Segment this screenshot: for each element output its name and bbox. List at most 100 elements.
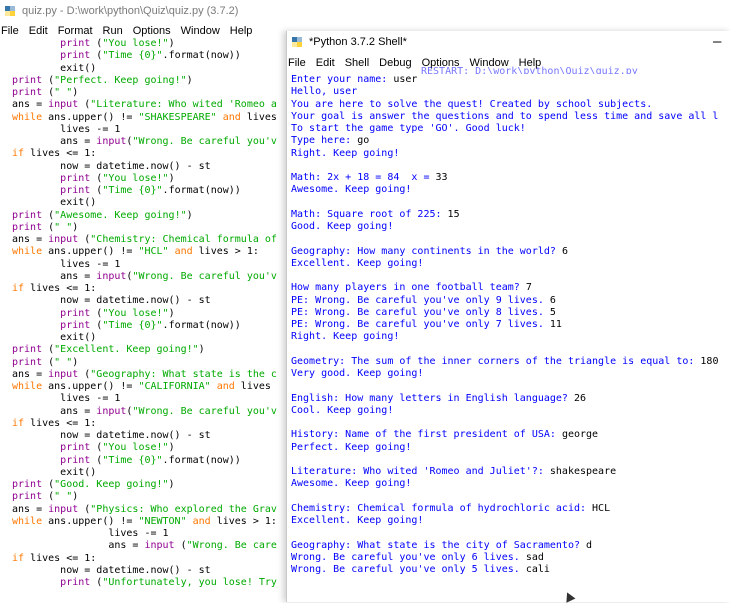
- code-token: print: [60, 38, 91, 49]
- code-token: ): [198, 344, 205, 356]
- menu-item-options[interactable]: Options: [132, 25, 172, 37]
- code-token: ): [186, 74, 193, 86]
- code-token: .format(now)): [162, 50, 241, 62]
- code-token: lives <= 1:: [24, 283, 97, 294]
- code-line: ans = input ("Physics: Who explored the …: [12, 504, 277, 516]
- shell-line: Right. Keep going!: [291, 331, 718, 343]
- program-output-text: Perfect. Keep going!: [291, 441, 412, 453]
- user-input-text: sad: [525, 551, 544, 563]
- program-output-text: PE: Wrong. Be careful you've only 9 live…: [291, 294, 550, 306]
- code-token: ans =: [60, 405, 97, 417]
- code-line: lives -= 1: [12, 259, 277, 271]
- shell-line: Perfect. Keep going!: [291, 442, 718, 454]
- code-token: lives: [240, 111, 277, 123]
- shell-title-bar[interactable]: *Python 3.7.2 Shell*: [287, 31, 730, 53]
- code-token: if: [12, 283, 25, 294]
- program-output-text: PE: Wrong. Be careful you've only 8 live…: [291, 306, 550, 318]
- code-token: " ": [54, 491, 73, 503]
- program-output-text: Geography: What state is the city of Sac…: [291, 539, 587, 551]
- code-line: if lives <= 1:: [12, 418, 277, 430]
- code-line: ans = input ("Wrong. Be care: [12, 540, 277, 552]
- code-line: print ("Good. Keep going!"): [12, 479, 277, 491]
- code-line: print ("You lose!"): [12, 173, 277, 185]
- code-token: (: [42, 209, 55, 221]
- code-token: (: [90, 319, 103, 331]
- code-line: ans = input ("Geography: What state is t…: [12, 369, 277, 381]
- editor-title-bar[interactable]: quiz.py - D:\work\python\Quiz\quiz.py (3…: [0, 0, 300, 22]
- menu-item-edit[interactable]: Edit: [315, 57, 336, 69]
- menu-item-file[interactable]: File: [287, 57, 307, 69]
- menu-item-debug[interactable]: Debug: [378, 57, 412, 69]
- program-output-text: English: How many letters in English lan…: [291, 392, 574, 404]
- menu-item-shell[interactable]: Shell: [344, 57, 370, 69]
- code-token: while: [12, 246, 43, 258]
- code-line: print ("You lose!"): [12, 308, 277, 320]
- menu-item-run[interactable]: Run: [102, 25, 124, 37]
- code-token: (: [90, 172, 103, 184]
- code-line: ans = input ("Literature: Who wited 'Rom…: [12, 99, 277, 111]
- menu-item-file[interactable]: File: [0, 25, 20, 37]
- code-token: ans =: [12, 234, 49, 245]
- shell-line: Wrong. Be careful you've only 6 lives. s…: [291, 552, 718, 564]
- code-token: (: [78, 99, 91, 111]
- code-line: print ("Time {0}".format(now)): [12, 185, 277, 197]
- menu-item-window[interactable]: Window: [180, 25, 221, 37]
- code-token: ans =: [12, 368, 49, 380]
- code-token: print: [12, 356, 43, 368]
- shell-line: Math: Square root of 225: 15: [291, 209, 718, 221]
- program-output-text: Good. Keep going!: [291, 221, 394, 232]
- python-file-icon: [5, 6, 15, 16]
- code-token: "Chemistry: Chemical formula of: [90, 234, 277, 245]
- shell-line: You are here to solve the quest! Created…: [291, 99, 718, 111]
- code-token: input: [96, 405, 127, 417]
- user-input-text: user: [393, 74, 418, 85]
- code-token: (: [42, 479, 55, 490]
- code-line: now = datetime.now() - st: [12, 161, 277, 173]
- code-token: print: [60, 454, 91, 466]
- code-token: ): [72, 87, 79, 98]
- code-token: print: [60, 50, 91, 62]
- shell-line: Excellent. Keep going!: [291, 258, 718, 270]
- user-input-text: 6: [549, 294, 556, 306]
- program-output-text: Right. Keep going!: [291, 147, 400, 159]
- code-line: ans = input ("Chemistry: Chemical formul…: [12, 234, 277, 246]
- program-output-text: How many players in one football team?: [291, 282, 526, 294]
- code-line: print ("Awesome. Keep going!"): [12, 210, 277, 222]
- user-input-text: cali: [525, 564, 550, 575]
- editor-code-area[interactable]: print ("You lose!") print ("Time {0}".fo…: [12, 38, 277, 589]
- code-token: lives -= 1: [108, 528, 169, 539]
- minimize-button[interactable]: —: [713, 34, 721, 50]
- code-token: lives > 1:: [192, 246, 259, 258]
- code-token: now = datetime.now() - st: [60, 430, 211, 441]
- editor-window: quiz.py - D:\work\python\Quiz\quiz.py (3…: [0, 0, 300, 602]
- shell-line: Excellent. Keep going!: [291, 515, 718, 527]
- shell-line: Geography: How many continents in the wo…: [291, 246, 718, 258]
- program-output-text: History: Name of the first president of …: [291, 429, 562, 441]
- user-input-text: 26: [573, 392, 587, 404]
- shell-line: Hello, user: [291, 86, 718, 98]
- menu-item-help[interactable]: Help: [229, 25, 254, 37]
- code-token: (: [42, 221, 55, 233]
- program-output-text: Chemistry: Chemical formula of hydrochlo…: [291, 502, 593, 514]
- code-token: (: [90, 442, 103, 454]
- code-token: "Time {0}": [102, 454, 163, 466]
- code-token: print: [60, 442, 91, 454]
- code-token: lives <= 1:: [24, 552, 97, 564]
- code-token: "Awesome. Keep going!": [54, 209, 187, 221]
- code-token: exit(): [60, 62, 97, 74]
- code-token: ): [72, 356, 79, 368]
- code-token: if: [12, 552, 25, 564]
- code-token: print: [12, 491, 43, 503]
- shell-output-area[interactable]: Enter your name: user Hello, user You are …: [291, 74, 718, 576]
- shell-line: Geometry: The sum of the inner corners o…: [291, 356, 718, 368]
- menu-item-format[interactable]: Format: [57, 25, 94, 37]
- code-token: (: [78, 503, 91, 515]
- menu-item-edit[interactable]: Edit: [28, 25, 49, 37]
- code-token: "Excellent. Keep going!": [54, 344, 199, 356]
- program-output-text: Awesome. Keep going!: [291, 184, 412, 196]
- code-token: now = datetime.now() - st: [60, 564, 211, 576]
